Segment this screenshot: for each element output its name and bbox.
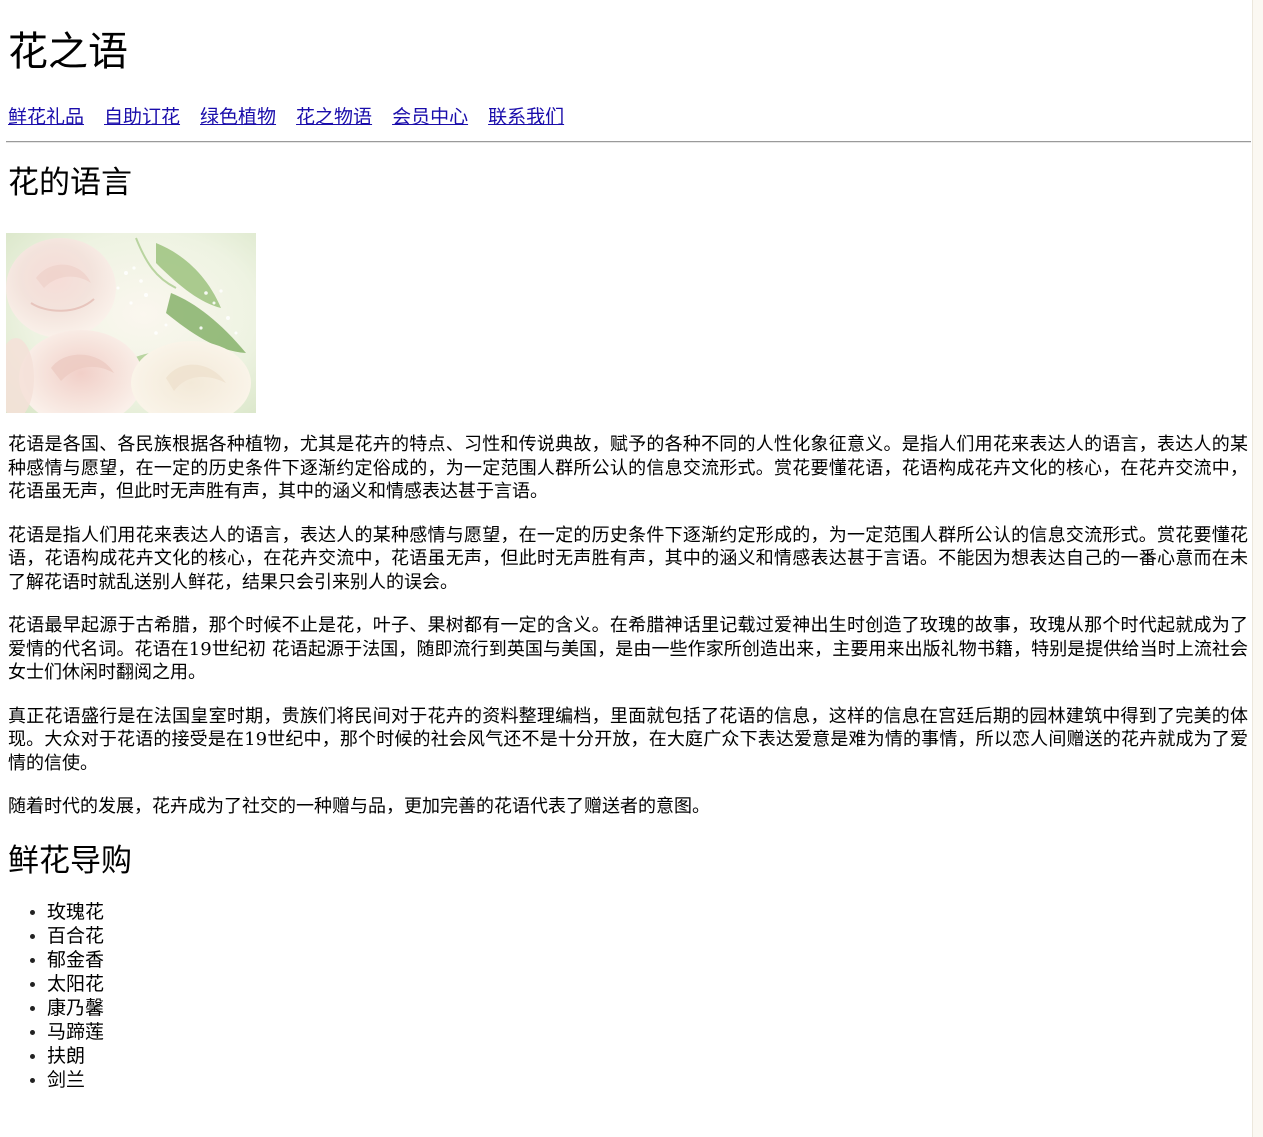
list-item: 马蹄莲	[30, 1020, 1248, 1044]
language-paragraph-5: 随着时代的发展，花卉成为了社交的一种赠与品，更加完善的花语代表了赠送者的意图。	[8, 796, 710, 817]
language-paragraph-2: 花语是指人们用花来表达人的语言，表达人的某种感情与愿望，在一定的历史条件下逐渐约…	[8, 524, 1248, 593]
nav-link-gift-flowers[interactable]: 鲜花礼品	[8, 106, 84, 128]
guide-heading: 鲜花导购	[8, 842, 132, 879]
page-content: 花之语 鲜花礼品 自助订花 绿色植物 花之物语 会员中心 联系我们 花的语言 花…	[6, 0, 1251, 1092]
list-item: 扶朗	[30, 1044, 1248, 1068]
nav-link-flower-stories[interactable]: 花之物语	[296, 106, 372, 128]
list-item: 康乃馨	[30, 996, 1248, 1020]
language-paragraph-4: 真正花语盛行是在法国皇室时期，贵族们将民间对于花卉的资料整理编档，里面就包括了花…	[8, 705, 1248, 774]
list-item: 玫瑰花	[30, 900, 1248, 924]
nav-link-contact-us[interactable]: 联系我们	[488, 106, 564, 128]
nav-link-member-center[interactable]: 会员中心	[392, 106, 468, 128]
site-title: 花之语	[8, 29, 128, 75]
list-item: 剑兰	[30, 1068, 1248, 1092]
nav-divider	[6, 141, 1251, 143]
main-nav: 鲜花礼品 自助订花 绿色植物 花之物语 会员中心 联系我们	[8, 103, 1248, 131]
nav-link-self-order[interactable]: 自助订花	[104, 106, 180, 128]
rose-photo	[6, 233, 256, 413]
language-paragraph-3: 花语最早起源于古希腊，那个时候不止是花，叶子、果树都有一定的含义。在希腊神话里记…	[8, 615, 1248, 683]
page-scroll-edge	[1252, 0, 1263, 1137]
language-heading: 花的语言	[8, 165, 132, 201]
language-paragraph-1: 花语是各国、各民族根据各种植物，尤其是花卉的特点、习性和传说典故，赋予的各种不同…	[8, 434, 1248, 502]
list-item: 百合花	[30, 924, 1248, 948]
flower-list: 玫瑰花 百合花 郁金香 太阳花 康乃馨 马蹄莲 扶朗 剑兰	[8, 900, 1248, 1092]
list-item: 太阳花	[30, 972, 1248, 996]
list-item: 郁金香	[30, 948, 1248, 972]
nav-link-green-plants[interactable]: 绿色植物	[200, 106, 276, 128]
